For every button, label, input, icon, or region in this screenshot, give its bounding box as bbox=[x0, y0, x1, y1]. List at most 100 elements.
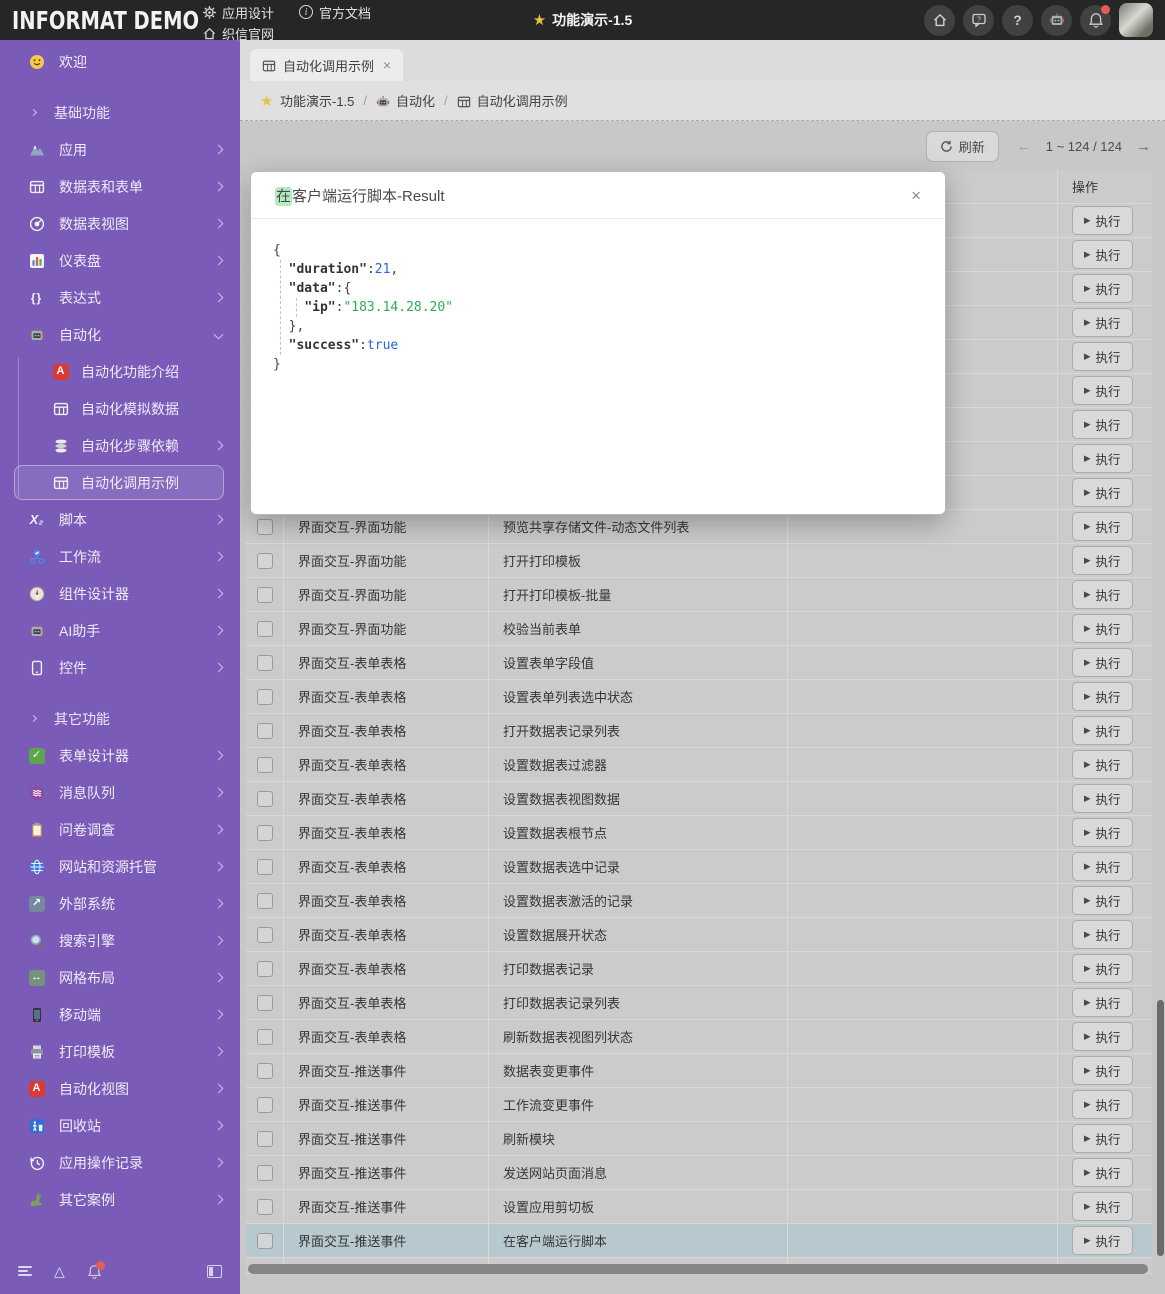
sidebar-item-label: AI助手 bbox=[59, 621, 215, 641]
home-icon bbox=[932, 12, 948, 28]
chevron-right-icon bbox=[214, 515, 224, 525]
sidebar-item-13[interactable]: 工作流 bbox=[0, 538, 240, 575]
work-area: 刷新 ← 1 ~ 124 / 124 → 操作▶执行▶执行▶执行▶执行▶执行▶执… bbox=[240, 121, 1165, 1294]
sidebar-item-label: 回收站 bbox=[59, 1116, 215, 1136]
help-icon: ? bbox=[1013, 12, 1022, 28]
sidebar-item-8[interactable]: A自动化功能介绍 bbox=[0, 353, 240, 390]
sidebar-item-10[interactable]: 自动化步骤依赖 bbox=[0, 427, 240, 464]
breadcrumb-item-3[interactable]: 自动化调用示例 bbox=[457, 91, 568, 110]
bell-button[interactable] bbox=[1080, 5, 1111, 36]
chevron-right-icon bbox=[214, 1121, 224, 1131]
breadcrumb-item-1[interactable]: ★功能演示-1.5 bbox=[260, 91, 354, 110]
sidebar-item-2[interactable]: 应用 bbox=[0, 131, 240, 168]
view-icon bbox=[28, 215, 45, 232]
workflow-icon bbox=[28, 548, 45, 565]
bell-badge-icon[interactable] bbox=[87, 1264, 102, 1279]
sidebar-item-1[interactable]: 基础功能 bbox=[0, 94, 240, 131]
table-icon bbox=[52, 474, 69, 491]
sidebar-item-label: 数据表视图 bbox=[59, 214, 215, 234]
topbar-menu-3[interactable]: 织信官网 bbox=[202, 24, 274, 43]
topbar-menu-1[interactable]: 应用设计 bbox=[202, 3, 274, 22]
sidebar-item-label: 工作流 bbox=[59, 547, 215, 567]
sidebar-item-17[interactable]: 其它功能 bbox=[0, 700, 240, 737]
chevron-right-icon bbox=[214, 145, 224, 155]
robot-icon bbox=[28, 622, 45, 639]
sidebar-item-29[interactable]: 应用操作记录 bbox=[0, 1144, 240, 1181]
help-button[interactable]: ? bbox=[1002, 5, 1033, 36]
json-line: "data":{ bbox=[273, 279, 923, 298]
robot-icon bbox=[1049, 12, 1065, 28]
breadcrumb: ★功能演示-1.5 / 自动化 / 自动化调用示例 bbox=[240, 81, 1165, 121]
sidebar-item-12[interactable]: X₂脚本 bbox=[0, 501, 240, 538]
user-avatar[interactable] bbox=[1119, 3, 1153, 37]
sidebar-item-20[interactable]: 问卷调查 bbox=[0, 811, 240, 848]
braces-icon: {} bbox=[28, 289, 45, 306]
sidebar-item-0[interactable]: 欢迎 bbox=[0, 43, 240, 80]
a-red-icon: A bbox=[52, 363, 69, 380]
panel-toggle-icon[interactable] bbox=[207, 1265, 222, 1278]
sidebar-item-18[interactable]: ✓表单设计器 bbox=[0, 737, 240, 774]
breadcrumb-separator: / bbox=[363, 93, 367, 108]
topbar-menu-2[interactable]: i官方文档 bbox=[299, 3, 371, 22]
sidebar-item-23[interactable]: 搜索引擎 bbox=[0, 922, 240, 959]
sidebar-item-4[interactable]: 数据表视图 bbox=[0, 205, 240, 242]
sidebar-item-3[interactable]: 数据表和表单 bbox=[0, 168, 240, 205]
home-button[interactable] bbox=[924, 5, 955, 36]
sidebar-item-label: 搜索引擎 bbox=[59, 931, 215, 951]
database-icon bbox=[52, 437, 69, 454]
indent-guide bbox=[296, 298, 297, 317]
sidebar-item-label: 网站和资源托管 bbox=[59, 857, 215, 877]
table-icon bbox=[52, 400, 69, 417]
sidebar-item-label: 其它功能 bbox=[54, 709, 222, 729]
sidebar-item-19[interactable]: 消息队列 bbox=[0, 774, 240, 811]
close-icon[interactable]: × bbox=[911, 187, 921, 204]
sidebar-item-22[interactable]: ↗外部系统 bbox=[0, 885, 240, 922]
chevron-right-icon bbox=[214, 626, 224, 636]
tab-automation-examples[interactable]: 自动化调用示例 × bbox=[250, 49, 403, 81]
sidebar-item-28[interactable]: 回收站 bbox=[0, 1107, 240, 1144]
search-icon bbox=[28, 932, 45, 949]
sidebar-item-9[interactable]: 自动化模拟数据 bbox=[0, 390, 240, 427]
sidebar-item-label: 自动化调用示例 bbox=[81, 473, 222, 493]
chevron-right-icon bbox=[214, 973, 224, 983]
sidebar-item-14[interactable]: 组件设计器 bbox=[0, 575, 240, 612]
sidebar-item-label: 自动化模拟数据 bbox=[81, 399, 222, 419]
globe-icon bbox=[28, 858, 45, 875]
printer-icon bbox=[28, 1043, 45, 1060]
json-line: } bbox=[273, 355, 923, 374]
sidebar-item-27[interactable]: A自动化视图 bbox=[0, 1070, 240, 1107]
tab-strip: 自动化调用示例 × bbox=[240, 40, 1165, 81]
tab-close-icon[interactable]: × bbox=[383, 57, 391, 73]
chevron-right-icon bbox=[214, 862, 224, 872]
json-line: "duration":21, bbox=[273, 260, 923, 279]
chevron-right-icon bbox=[214, 1195, 224, 1205]
menu-lines-icon[interactable] bbox=[18, 1264, 32, 1279]
breadcrumb-item-2[interactable]: 自动化 bbox=[376, 91, 435, 110]
sidebar-item-label: 网格布局 bbox=[59, 968, 215, 988]
sidebar-item-15[interactable]: AI助手 bbox=[0, 612, 240, 649]
sidebar-item-21[interactable]: 网站和资源托管 bbox=[0, 848, 240, 885]
sidebar-item-5[interactable]: 仪表盘 bbox=[0, 242, 240, 279]
triangle-icon[interactable]: △ bbox=[54, 1263, 65, 1280]
sidebar-item-6[interactable]: {}表达式 bbox=[0, 279, 240, 316]
breadcrumb-separator: / bbox=[444, 93, 448, 108]
json-line: { bbox=[273, 241, 923, 260]
star-icon: ★ bbox=[260, 94, 274, 108]
sidebar-item-30[interactable]: 其它案例 bbox=[0, 1181, 240, 1218]
sidebar-item-16[interactable]: 控件 bbox=[0, 649, 240, 686]
robot-button[interactable] bbox=[1041, 5, 1072, 36]
feedback-button[interactable]: ? bbox=[963, 5, 994, 36]
smiley-icon bbox=[28, 53, 45, 70]
svg-text:?: ? bbox=[976, 15, 980, 24]
sidebar-item-25[interactable]: 移动端 bbox=[0, 996, 240, 1033]
sidebar-item-label: 其它案例 bbox=[59, 1190, 215, 1210]
sidebar-item-7[interactable]: 自动化 bbox=[0, 316, 240, 353]
sidebar-footer: △ bbox=[0, 1254, 240, 1288]
sidebar-item-11[interactable]: 自动化调用示例 bbox=[0, 464, 240, 501]
submenu-guide-line bbox=[18, 357, 19, 497]
sidebar-item-label: 问卷调查 bbox=[59, 820, 215, 840]
sidebar-item-24[interactable]: ↔网格布局 bbox=[0, 959, 240, 996]
sidebar-item-26[interactable]: 打印模板 bbox=[0, 1033, 240, 1070]
clipboard-icon bbox=[28, 821, 45, 838]
chevron-right-icon bbox=[214, 663, 224, 673]
